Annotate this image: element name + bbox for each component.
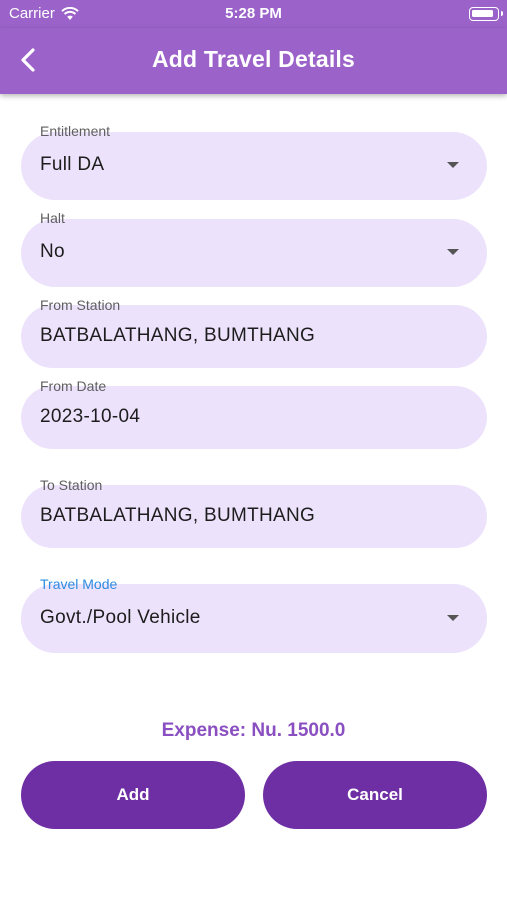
page-title: Add Travel Details — [151, 46, 355, 72]
from-station-label: From Station — [40, 297, 121, 313]
from-station-field[interactable]: From Station BATBALATHANG, BUMTHANG — [21, 296, 487, 368]
entitlement-label: Entitlement — [40, 123, 111, 139]
from-date-value: 2023-10-04 — [40, 406, 141, 427]
to-station-label: To Station — [40, 477, 103, 493]
expense-total: Expense: Nu. 1500.0 — [161, 720, 346, 741]
halt-dropdown[interactable]: Halt No — [21, 209, 487, 287]
cancel-button[interactable]: Cancel — [263, 761, 487, 829]
halt-value: No — [40, 241, 65, 262]
status-time: 5:28 PM — [225, 5, 282, 22]
travel-mode-dropdown[interactable]: Travel Mode Govt./Pool Vehicle — [21, 575, 487, 653]
dropdown-arrow-icon — [447, 162, 459, 168]
to-station-field[interactable]: To Station BATBALATHANG, BUMTHANG — [21, 476, 487, 548]
from-date-field[interactable]: From Date 2023-10-04 — [21, 377, 487, 449]
travel-mode-value: Govt./Pool Vehicle — [40, 607, 201, 628]
to-station-value: BATBALATHANG, BUMTHANG — [40, 505, 316, 526]
dropdown-arrow-icon — [447, 615, 459, 621]
travel-mode-label: Travel Mode — [40, 576, 118, 592]
app-bar: Add Travel Details — [0, 28, 507, 94]
halt-label: Halt — [40, 210, 65, 226]
halt-dropdown-box[interactable] — [21, 219, 487, 287]
battery-icon — [469, 7, 503, 21]
from-station-value: BATBALATHANG, BUMTHANG — [40, 325, 316, 346]
entitlement-value: Full DA — [40, 154, 105, 175]
dropdown-arrow-icon — [447, 249, 459, 255]
from-date-label: From Date — [40, 378, 107, 394]
entitlement-dropdown[interactable]: Entitlement Full DA — [21, 122, 487, 200]
add-button[interactable]: Add — [21, 761, 245, 829]
status-bar: Carrier 5:28 PM — [0, 0, 507, 28]
